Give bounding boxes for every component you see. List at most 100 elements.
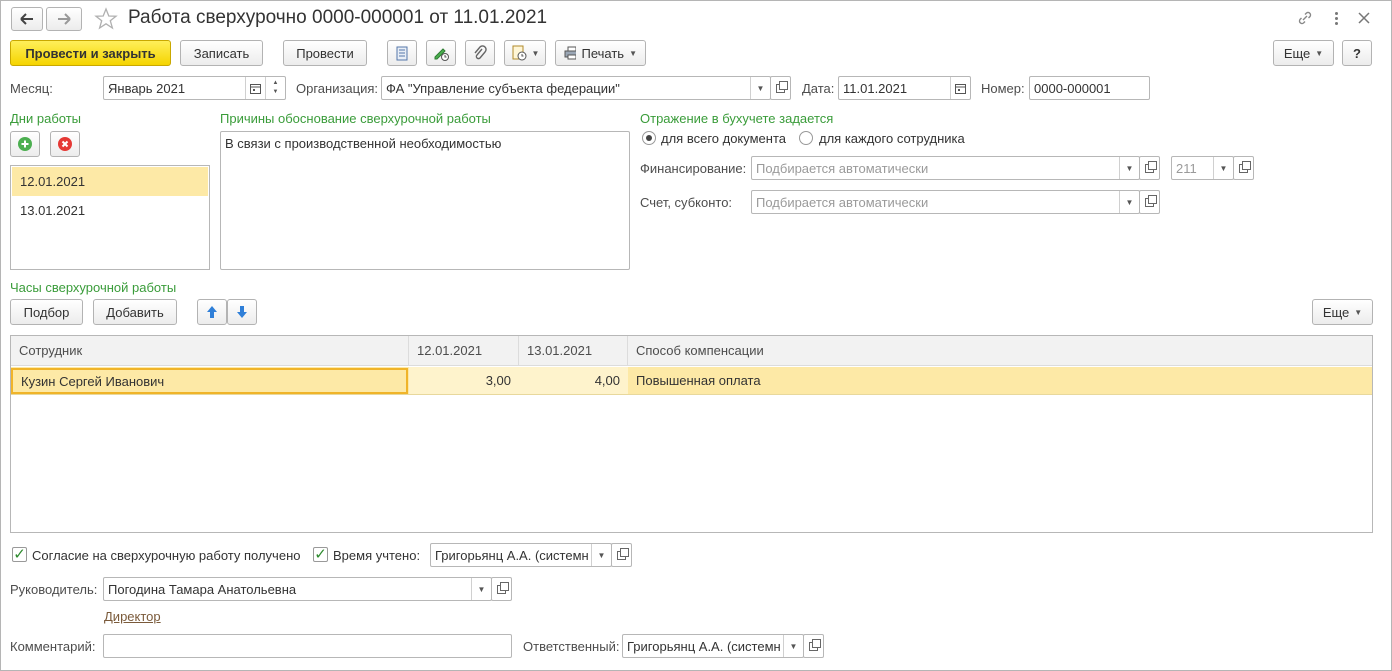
print-button[interactable]: Печать ▼ bbox=[555, 40, 646, 66]
column-header-date-1[interactable]: 12.01.2021 bbox=[409, 336, 519, 366]
financing-label: Финансирование: bbox=[640, 161, 747, 176]
head-field[interactable]: Погодина Тамара Анатольевна ▼ bbox=[103, 577, 492, 601]
cell-date-2-hours[interactable]: 4,00 bbox=[519, 367, 628, 394]
radio-whole-document[interactable] bbox=[642, 131, 656, 145]
chevron-down-icon[interactable]: ▼ bbox=[471, 578, 491, 600]
chevron-down-icon[interactable]: ▼ bbox=[1213, 157, 1233, 179]
printer-icon bbox=[564, 46, 577, 60]
organization-label: Организация: bbox=[296, 81, 379, 96]
radio-each-employee-label[interactable]: для каждого сотрудника bbox=[819, 131, 965, 146]
chevron-down-icon[interactable]: ▼ bbox=[783, 635, 803, 657]
month-field[interactable]: Январь 2021 ▲ ▼ bbox=[103, 76, 286, 100]
open-organization-button[interactable] bbox=[770, 76, 791, 100]
post-and-close-button[interactable]: Провести и закрыть bbox=[10, 40, 171, 66]
radio-each-employee[interactable] bbox=[799, 131, 813, 145]
month-spin-buttons[interactable]: ▲ ▼ bbox=[265, 77, 285, 99]
open-account-button[interactable] bbox=[1139, 190, 1160, 214]
add-row-button[interactable]: Добавить bbox=[93, 299, 177, 325]
hours-title: Часы сверхурочной работы bbox=[10, 280, 177, 295]
time-accounted-field[interactable]: Григорьянц А.А. (системн ▼ bbox=[430, 543, 612, 567]
organization-field[interactable]: ФА "Управление субъекта федерации" ▼ bbox=[381, 76, 771, 100]
time-accounted-checkbox[interactable]: ✓ bbox=[313, 547, 328, 562]
work-days-list[interactable]: 12.01.2021 13.01.2021 bbox=[10, 165, 210, 270]
link-icon[interactable] bbox=[1297, 10, 1313, 26]
pick-button[interactable]: Подбор bbox=[10, 299, 83, 325]
month-value: Январь 2021 bbox=[108, 80, 186, 96]
head-value: Погодина Тамара Анатольевна bbox=[108, 581, 297, 597]
column-header-date-2[interactable]: 13.01.2021 bbox=[519, 336, 628, 366]
responsible-value: Григорьянц А.А. (системн bbox=[627, 638, 781, 654]
more-actions-icon[interactable] bbox=[1331, 9, 1341, 27]
arrow-up-icon bbox=[207, 306, 217, 318]
chevron-down-icon: ▼ bbox=[1315, 48, 1324, 58]
add-day-button[interactable] bbox=[10, 131, 40, 157]
account-field[interactable]: Подбирается автоматически ▼ bbox=[751, 190, 1140, 214]
move-up-button[interactable] bbox=[197, 299, 227, 325]
create-based-on-button[interactable]: ▼ bbox=[504, 40, 546, 66]
open-icon bbox=[617, 547, 629, 560]
organization-value: ФА "Управление субъекта федерации" bbox=[386, 80, 620, 96]
chevron-down-icon[interactable]: ▼ bbox=[591, 544, 611, 566]
page-title: Работа сверхурочно 0000-000001 от 11.01.… bbox=[128, 7, 548, 28]
work-day-date: 12.01.2021 bbox=[20, 174, 86, 189]
move-down-button[interactable] bbox=[227, 299, 257, 325]
open-icon bbox=[809, 638, 821, 651]
open-icon bbox=[1145, 194, 1157, 207]
open-responsible-button[interactable] bbox=[803, 634, 824, 658]
table-more-label: Еще bbox=[1322, 304, 1350, 320]
cell-date-1-hours[interactable]: 3,00 bbox=[409, 367, 519, 394]
calendar-icon[interactable] bbox=[245, 77, 265, 99]
number-field[interactable]: 0000-000001 bbox=[1029, 76, 1150, 100]
number-value: 0000-000001 bbox=[1034, 80, 1111, 96]
save-button[interactable]: Записать bbox=[180, 40, 263, 66]
more-label: Еще bbox=[1283, 45, 1311, 61]
radio-whole-document-label[interactable]: для всего документа bbox=[661, 131, 786, 146]
more-button[interactable]: Еще ▼ bbox=[1273, 40, 1334, 66]
date-field[interactable]: 11.01.2021 bbox=[838, 76, 971, 100]
calendar-icon[interactable] bbox=[950, 77, 970, 99]
open-financing-code-button[interactable] bbox=[1233, 156, 1254, 180]
plus-circle-icon bbox=[18, 137, 32, 151]
consent-checkbox[interactable]: ✓ bbox=[12, 547, 27, 562]
table-row[interactable]: Кузин Сергей Иванович 3,00 4,00 Повышенн… bbox=[11, 367, 1372, 395]
open-icon bbox=[1145, 160, 1157, 173]
chevron-down-icon[interactable]: ▼ bbox=[1119, 191, 1139, 213]
list-item[interactable]: 12.01.2021 bbox=[12, 167, 208, 196]
column-header-compensation[interactable]: Способ компенсации bbox=[628, 336, 1372, 366]
chevron-down-icon[interactable]: ▼ bbox=[1119, 157, 1139, 179]
cell-employee[interactable]: Кузин Сергей Иванович bbox=[11, 368, 408, 394]
help-button[interactable]: ? bbox=[1342, 40, 1372, 66]
close-icon[interactable] bbox=[1358, 12, 1370, 24]
chevron-down-icon: ▼ bbox=[1354, 307, 1363, 317]
chevron-down-icon[interactable]: ▼ bbox=[273, 88, 279, 97]
open-head-button[interactable] bbox=[491, 577, 512, 601]
post-button[interactable]: Провести bbox=[283, 40, 367, 66]
consent-label[interactable]: Согласие на сверхурочную работу получено bbox=[32, 548, 300, 563]
report-button[interactable] bbox=[387, 40, 417, 66]
arrow-down-icon bbox=[237, 306, 247, 318]
table-more-button[interactable]: Еще ▼ bbox=[1312, 299, 1373, 325]
forward-button[interactable] bbox=[46, 7, 82, 31]
open-financing-button[interactable] bbox=[1139, 156, 1160, 180]
column-header-employee[interactable]: Сотрудник bbox=[11, 336, 409, 366]
back-button[interactable] bbox=[11, 7, 43, 31]
financing-field[interactable]: Подбирается автоматически ▼ bbox=[751, 156, 1140, 180]
comment-field[interactable] bbox=[103, 634, 512, 658]
reasons-textarea[interactable]: В связи с производственной необходимость… bbox=[220, 131, 630, 270]
chevron-down-icon[interactable]: ▼ bbox=[750, 77, 770, 99]
chevron-down-icon: ▼ bbox=[531, 48, 540, 58]
edit-history-button[interactable] bbox=[426, 40, 456, 66]
star-favorite-icon[interactable] bbox=[94, 7, 118, 31]
financing-code-field[interactable]: 211 ▼ bbox=[1171, 156, 1234, 180]
chevron-up-icon[interactable]: ▲ bbox=[273, 79, 279, 88]
responsible-field[interactable]: Григорьянц А.А. (системн ▼ bbox=[622, 634, 804, 658]
open-icon bbox=[497, 581, 509, 594]
open-time-accounted-button[interactable] bbox=[611, 543, 632, 567]
head-position-link[interactable]: Директор bbox=[104, 609, 161, 624]
time-accounted-label[interactable]: Время учтено: bbox=[333, 548, 420, 563]
attach-files-button[interactable] bbox=[465, 40, 495, 66]
hours-table: Сотрудник 12.01.2021 13.01.2021 Способ к… bbox=[10, 335, 1373, 533]
list-item[interactable]: 13.01.2021 bbox=[12, 196, 208, 225]
cell-compensation[interactable]: Повышенная оплата bbox=[628, 367, 1372, 394]
delete-day-button[interactable] bbox=[50, 131, 80, 157]
